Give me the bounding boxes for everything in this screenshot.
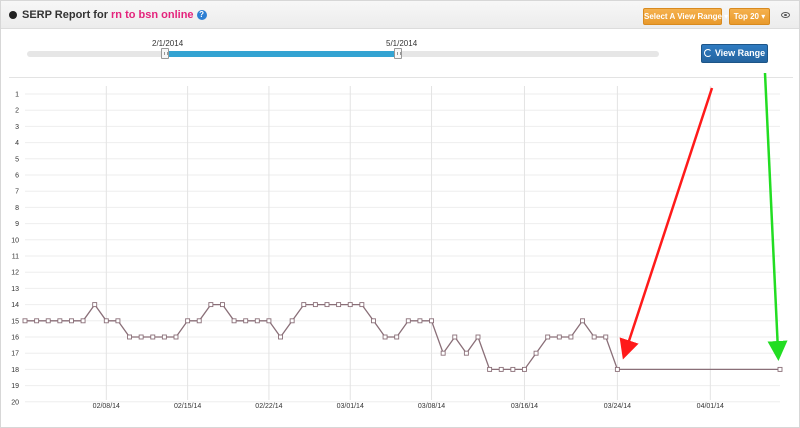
rank-point[interactable]: [452, 334, 458, 340]
green-arrow: [763, 72, 788, 361]
rank-point[interactable]: [127, 334, 132, 340]
rank-point[interactable]: [254, 318, 260, 324]
x-tick-label: 04/01/14: [697, 403, 724, 410]
y-tick-label: 18: [11, 367, 19, 374]
rank-point[interactable]: [34, 318, 40, 324]
y-tick-label: 10: [11, 237, 19, 244]
rank-point[interactable]: [69, 318, 74, 324]
rank-point[interactable]: [347, 302, 353, 308]
rank-point[interactable]: [429, 318, 434, 324]
rank-point[interactable]: [161, 334, 167, 340]
rank-point[interactable]: [289, 318, 295, 324]
rank-point[interactable]: [312, 302, 318, 308]
x-tick-label: 03/08/14: [418, 403, 445, 410]
rank-point[interactable]: [57, 318, 63, 324]
serp-rank-chart: 1234567891011121314151617181920 02/08/14…: [11, 72, 788, 410]
y-tick-label: 8: [15, 205, 19, 212]
rank-point[interactable]: [150, 334, 156, 340]
rank-point[interactable]: [568, 334, 574, 340]
y-tick-label: 3: [15, 124, 19, 131]
y-tick-label: 7: [15, 189, 19, 196]
y-tick-label: 1: [15, 92, 19, 99]
rank-point[interactable]: [545, 334, 551, 340]
x-tick-label: 02/08/14: [93, 403, 120, 410]
rank-point[interactable]: [22, 318, 28, 324]
y-tick-label: 15: [11, 318, 19, 325]
rank-point[interactable]: [522, 366, 527, 372]
rank-point[interactable]: [371, 318, 376, 324]
rank-point[interactable]: [185, 318, 191, 324]
rank-point[interactable]: [463, 350, 469, 356]
y-tick-label: 4: [15, 140, 19, 147]
y-axis-ticks: 1234567891011121314151617181920: [11, 92, 19, 407]
y-tick-label: 12: [11, 270, 19, 277]
rank-point[interactable]: [336, 302, 342, 308]
x-axis-ticks: 02/08/14 02/15/14 02/22/14 03/01/14 03/08/14…: [93, 403, 724, 410]
rank-point[interactable]: [405, 318, 411, 324]
rank-point[interactable]: [115, 318, 121, 324]
rank-point[interactable]: [475, 334, 481, 340]
rank-point[interactable]: [580, 318, 585, 324]
rank-point[interactable]: [103, 318, 109, 324]
y-tick-label: 19: [11, 383, 19, 390]
y-tick-label: 6: [15, 173, 19, 180]
x-tick-label: 02/22/14: [255, 403, 282, 410]
rank-point[interactable]: [417, 318, 423, 324]
rank-point[interactable]: [80, 318, 86, 324]
y-tick-label: 16: [11, 335, 19, 342]
rank-point[interactable]: [138, 334, 144, 340]
rank-point[interactable]: [394, 334, 400, 340]
x-tick-label: 03/01/14: [337, 403, 364, 410]
rank-point[interactable]: [556, 334, 562, 340]
rank-point[interactable]: [510, 366, 516, 372]
rank-point[interactable]: [591, 334, 597, 340]
rank-point[interactable]: [208, 302, 214, 308]
rank-point[interactable]: [533, 350, 539, 356]
x-tick-label: 02/15/14: [174, 403, 201, 410]
rank-point[interactable]: [196, 318, 202, 324]
rank-point[interactable]: [243, 318, 249, 324]
y-tick-label: 5: [15, 156, 19, 163]
rank-point[interactable]: [359, 302, 365, 308]
red-arrow: [619, 87, 714, 360]
y-tick-label: 11: [12, 254, 19, 261]
rank-point[interactable]: [301, 302, 307, 308]
rank-point[interactable]: [614, 366, 620, 372]
chart-grid: [25, 86, 780, 403]
rank-point[interactable]: [603, 334, 609, 340]
y-tick-label: 17: [11, 351, 19, 358]
rank-point[interactable]: [382, 334, 388, 340]
y-tick-label: 20: [11, 399, 19, 406]
rank-point[interactable]: [173, 334, 179, 340]
rank-point[interactable]: [324, 302, 330, 308]
rank-point[interactable]: [220, 302, 225, 308]
x-tick-label: 03/24/14: [604, 403, 631, 410]
y-tick-label: 9: [15, 221, 19, 228]
rank-point[interactable]: [278, 334, 283, 340]
y-tick-label: 14: [11, 302, 19, 309]
rank-point[interactable]: [231, 318, 237, 324]
x-tick-label: 03/16/14: [511, 403, 538, 410]
y-tick-label: 2: [15, 108, 19, 115]
rank-point[interactable]: [498, 366, 504, 372]
rank-point[interactable]: [487, 366, 493, 372]
rank-point[interactable]: [45, 318, 51, 324]
rank-point[interactable]: [440, 350, 446, 356]
y-tick-label: 13: [11, 286, 19, 293]
rank-point[interactable]: [266, 318, 272, 324]
rank-point[interactable]: [92, 302, 98, 308]
rank-point[interactable]: [777, 366, 783, 372]
